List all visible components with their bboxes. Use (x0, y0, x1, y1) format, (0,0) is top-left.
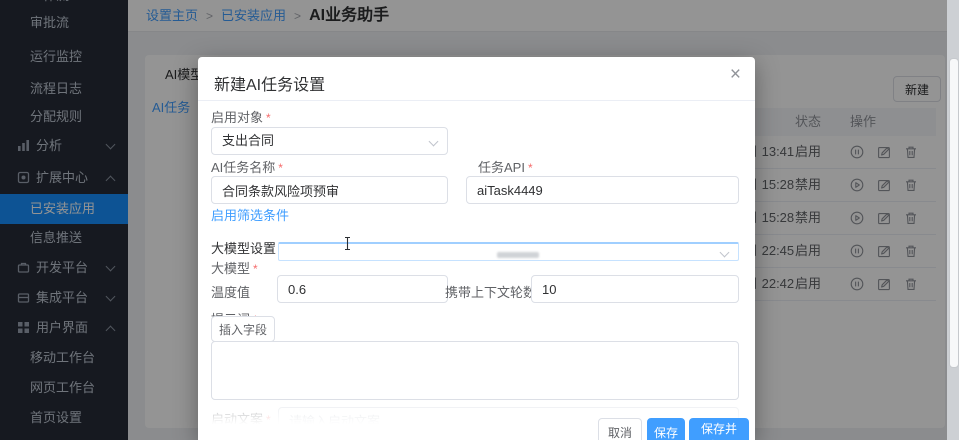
model-select-fading-option (497, 252, 539, 258)
prompt-textarea[interactable] (211, 341, 739, 400)
text-cursor-icon (343, 236, 352, 251)
model-label: 大模型 (211, 258, 258, 277)
task-name-label: AI任务名称 (211, 157, 283, 176)
task-api-input[interactable] (466, 176, 739, 204)
temperature-label: 温度值 (211, 282, 250, 301)
enable-target-value: 支出合同 (222, 133, 274, 148)
enable-filter-link[interactable]: 启用筛选条件 (211, 205, 289, 224)
task-name-input[interactable] (211, 176, 448, 204)
enable-target-label: 启用对象 (211, 107, 271, 126)
temperature-input[interactable] (277, 275, 448, 303)
scrollbar-thumb[interactable] (949, 58, 959, 368)
chevron-down-icon (429, 137, 439, 147)
enable-target-select[interactable]: 支出合同 (211, 127, 448, 155)
context-rounds-label: 携带上下文轮数 (445, 282, 544, 301)
model-section-label: 大模型设置 (211, 238, 276, 257)
cancel-button[interactable]: 取消 (598, 418, 642, 440)
chevron-down-icon (720, 248, 730, 258)
save-and-enable-button[interactable]: 保存并启用 (689, 418, 749, 440)
insert-field-button[interactable]: 插入字段 (211, 316, 275, 342)
save-button[interactable]: 保存 (647, 418, 685, 440)
dialog-divider (198, 100, 755, 101)
task-api-label: 任务API (478, 157, 533, 176)
new-ai-task-dialog: 新建AI任务设置 × 启用对象 支出合同 AI任务名称 任务API 启用筛选条件… (198, 57, 755, 440)
close-icon[interactable]: × (730, 65, 741, 84)
app-root: 工作流审批流运行监控流程日志分配规则分析扩展中心已安装应用信息推送开发平台集成平… (0, 0, 959, 440)
dialog-title: 新建AI任务设置 (214, 71, 325, 95)
scrollbar-track (947, 0, 959, 440)
context-rounds-input[interactable] (531, 275, 739, 303)
